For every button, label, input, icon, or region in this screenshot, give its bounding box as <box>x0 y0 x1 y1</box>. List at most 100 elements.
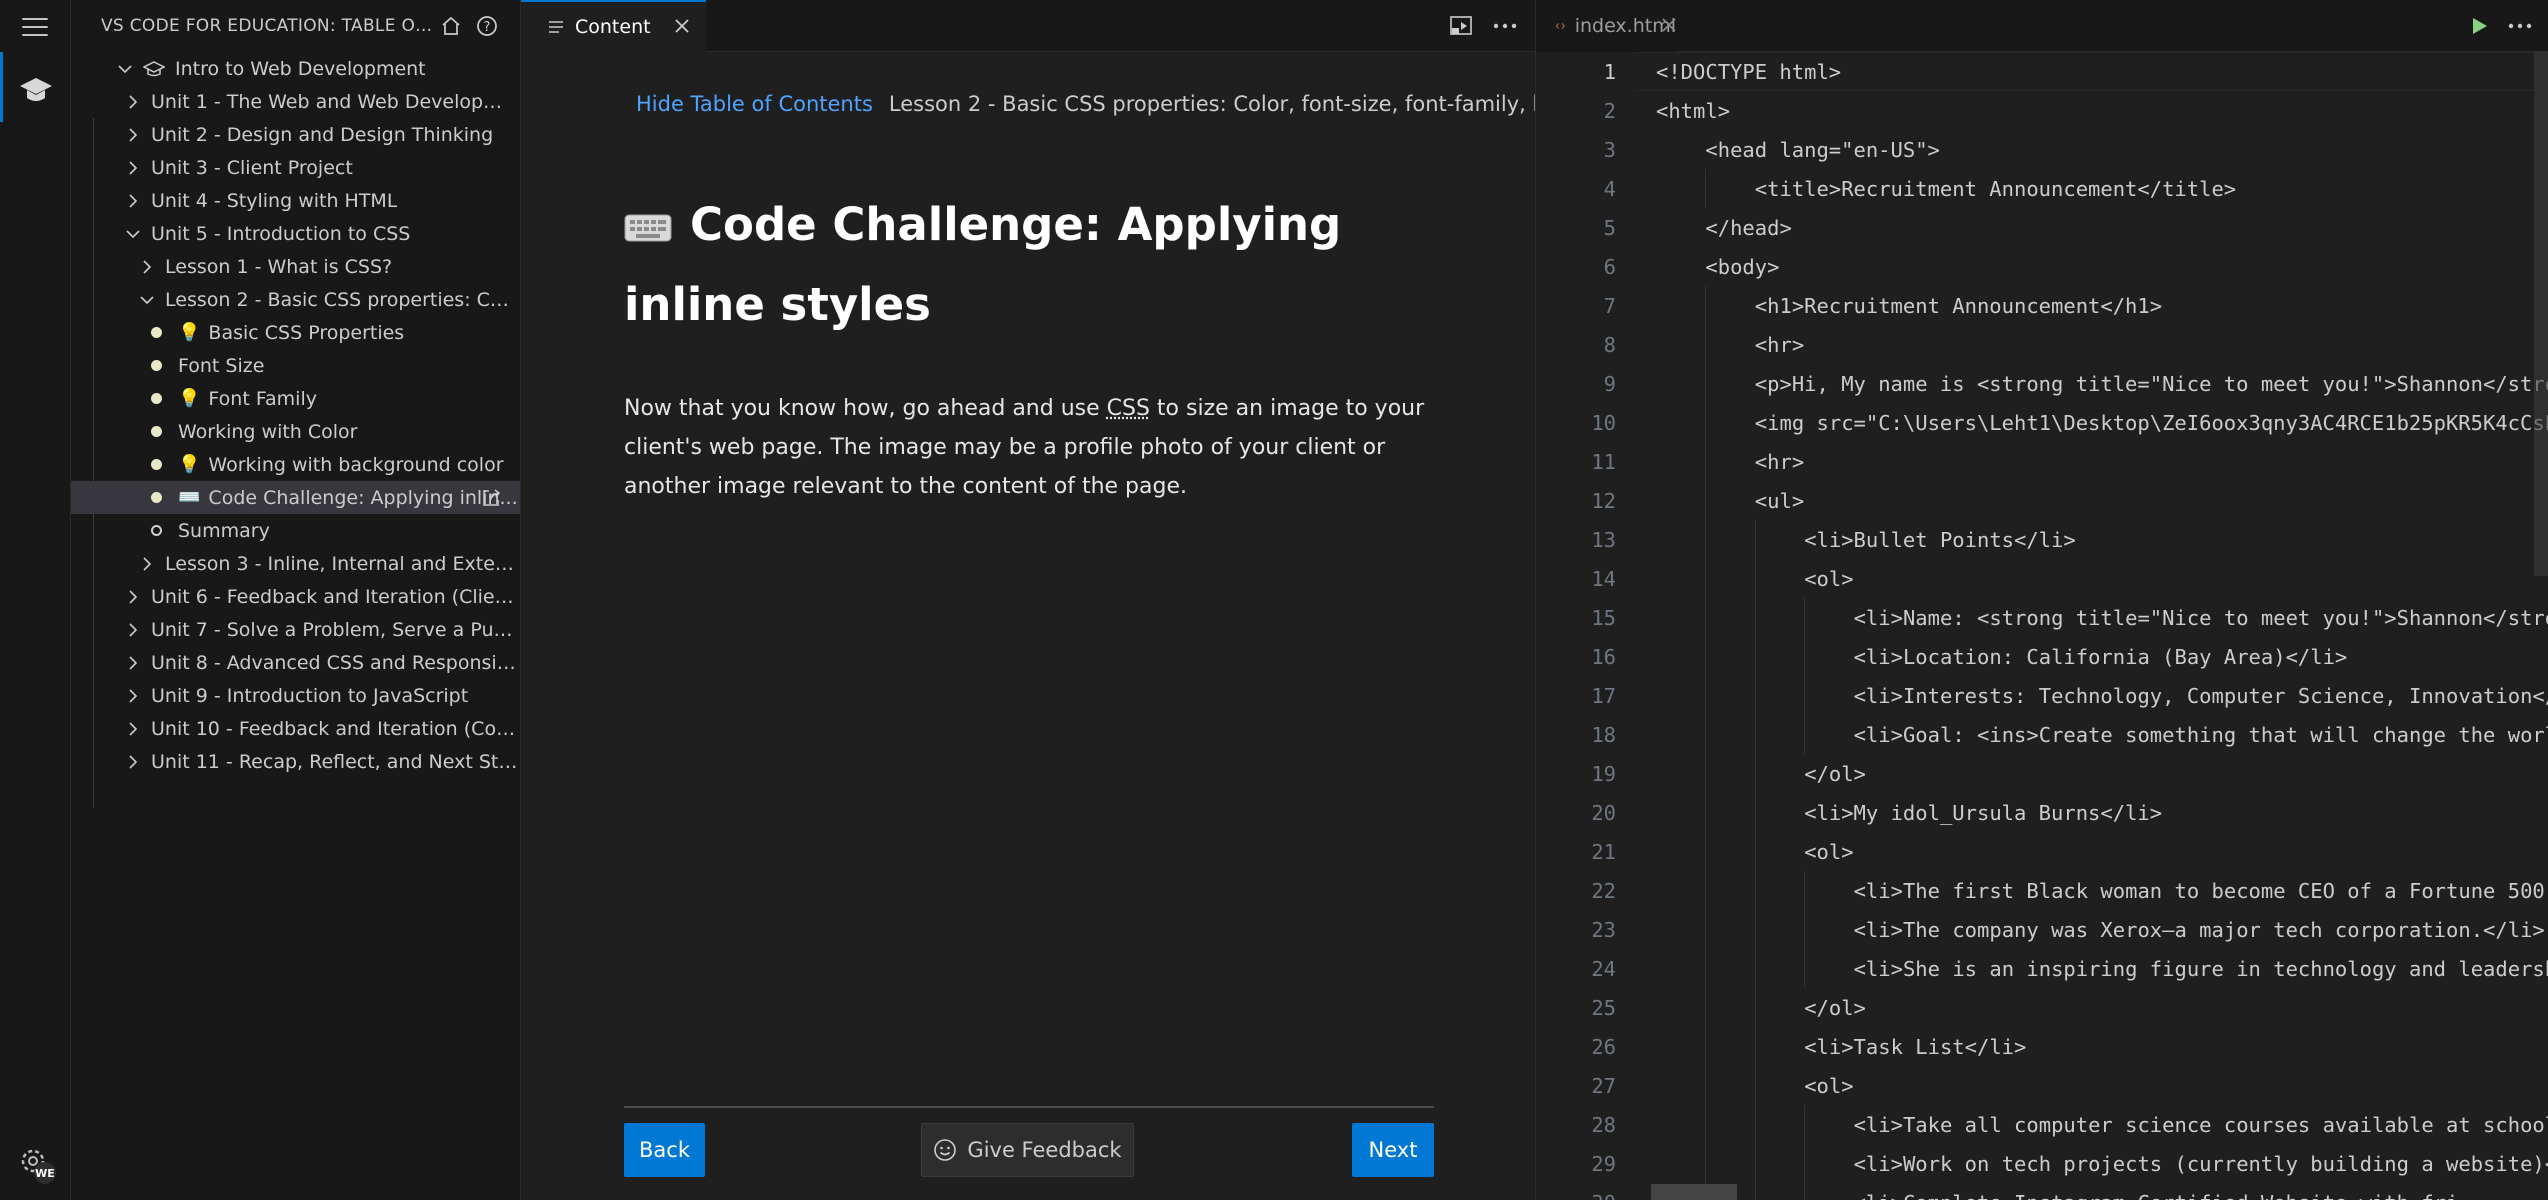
toc-item[interactable]: Working with Color <box>71 415 520 448</box>
line-number: 9 <box>1603 371 1616 396</box>
toc-item[interactable]: Font Size <box>71 349 520 382</box>
vertical-scrollbar[interactable] <box>2534 52 2548 576</box>
chevron-right-icon[interactable] <box>123 719 143 739</box>
toc-item[interactable]: Unit 7 - Solve a Problem, Serve a Purpos… <box>71 613 520 646</box>
line-number: 4 <box>1603 176 1616 201</box>
toc-item-label: Font Size <box>178 354 265 377</box>
line-number: 15 <box>1591 605 1616 630</box>
toc-item[interactable]: Unit 1 - The Web and Web Development <box>71 85 520 118</box>
code-line: 21 <ol> <box>1536 832 2548 871</box>
toc-item[interactable]: 💡 Working with background color <box>71 448 520 481</box>
chevron-right-icon[interactable] <box>123 752 143 772</box>
toc-item-label: Unit 7 - Solve a Problem, Serve a Purpos… <box>151 618 520 641</box>
toc-item[interactable]: Unit 6 - Feedback and Iteration (Client) <box>71 580 520 613</box>
chevron-down-icon[interactable] <box>137 290 157 310</box>
toc-item[interactable]: ⌨️ Code Challenge: Applying inlin... <box>71 481 520 514</box>
toc-item[interactable]: Unit 3 - Client Project <box>71 151 520 184</box>
code-line: 5 </head> <box>1536 208 2548 247</box>
give-feedback-button[interactable]: Give Feedback <box>921 1123 1134 1177</box>
chevron-right-icon[interactable] <box>123 158 143 178</box>
code-line: 7 <h1>Recruitment Announcement</h1> <box>1536 286 2548 325</box>
css-abbreviation[interactable]: CSS <box>1107 396 1150 421</box>
close-icon[interactable] <box>672 16 692 36</box>
run-icon[interactable] <box>2468 15 2490 37</box>
indent-guide <box>1754 1144 1756 1183</box>
indent-guide <box>1754 910 1756 949</box>
chevron-right-icon[interactable] <box>137 554 157 574</box>
chevron-right-icon[interactable] <box>123 653 143 673</box>
more-actions-icon[interactable] <box>2508 23 2532 29</box>
chevron-right-icon[interactable] <box>123 587 143 607</box>
hide-toc-link[interactable]: Hide Table of Contents <box>636 92 873 116</box>
indent-guide <box>1705 871 1707 910</box>
complete-indicator <box>151 426 162 437</box>
toc-item[interactable]: Unit 4 - Styling with HTML <box>71 184 520 217</box>
toc-item[interactable]: Unit 5 - Introduction to CSS <box>71 217 520 250</box>
chevron-down-icon[interactable] <box>115 59 135 79</box>
code-line: 4 <title>Recruitment Announcement</title> <box>1536 169 2548 208</box>
indent-guide <box>1804 1144 1806 1183</box>
horizontal-scrollbar[interactable] <box>1651 1184 1737 1200</box>
indent-guide <box>1705 442 1707 481</box>
chevron-right-icon[interactable] <box>123 686 143 706</box>
chevron-right-icon[interactable] <box>123 92 143 112</box>
education-icon[interactable] <box>18 72 54 108</box>
settings-we-icon[interactable]: WE <box>16 1144 58 1186</box>
toc-item[interactable]: Unit 9 - Introduction to JavaScript <box>71 679 520 712</box>
indent-guide <box>1705 949 1707 988</box>
line-number: 23 <box>1591 917 1616 942</box>
code-line: 20 <li>My idol_Ursula Burns</li> <box>1536 793 2548 832</box>
chevron-down-icon[interactable] <box>123 224 143 244</box>
editor-tabbar: index.html <box>1536 0 2548 52</box>
tab-index-html[interactable]: index.html <box>1536 0 1676 52</box>
nav-divider <box>624 1106 1434 1108</box>
help-icon[interactable]: ? <box>475 14 499 38</box>
indent-guide <box>1754 520 1756 559</box>
chevron-right-icon[interactable] <box>123 191 143 211</box>
indent-guide <box>1705 325 1707 364</box>
indent-guide <box>1754 715 1756 754</box>
toc-item[interactable]: Unit 10 - Feedback and Iteration (Comm..… <box>71 712 520 745</box>
toc-item[interactable]: Intro to Web Development <box>71 52 520 85</box>
code-text: <hr> <box>1754 449 1805 474</box>
indent-guide <box>1804 598 1806 637</box>
back-button[interactable]: Back <box>624 1123 705 1177</box>
more-actions-icon[interactable] <box>1493 23 1517 29</box>
chevron-right-icon[interactable] <box>123 620 143 640</box>
next-button[interactable]: Next <box>1352 1123 1434 1177</box>
toc-item-label: Unit 4 - Styling with HTML <box>151 189 398 212</box>
menu-icon[interactable] <box>22 18 48 38</box>
home-icon[interactable] <box>439 14 463 38</box>
keyboard-icon: ⌨️ <box>178 487 201 508</box>
toc-item-label: Code Challenge: Applying inlin... <box>208 486 518 509</box>
toc-item-label: Working with background color <box>208 453 504 476</box>
code-text: <html> <box>1656 98 1731 123</box>
code-line: 17 <li>Interests: Technology, Computer Sc… <box>1536 676 2548 715</box>
code-line: 10 <img src="C:\Users\Leht1\Desktop\ZeI6o… <box>1536 403 2548 442</box>
toc-item[interactable]: Unit 11 - Recap, Reflect, and Next Steps <box>71 745 520 778</box>
code-line: 11 <hr> <box>1536 442 2548 481</box>
toc-item[interactable]: Unit 8 - Advanced CSS and Responsive ... <box>71 646 520 679</box>
code-area[interactable]: 1 <!DOCTYPE html> 2 <html> 3 <head lang="en-U… <box>1536 52 2548 1200</box>
toc-item[interactable]: Lesson 3 - Inline, Internal and External… <box>71 547 520 580</box>
open-preview-icon[interactable] <box>1449 14 1475 38</box>
toc-item[interactable]: 💡 Font Family <box>71 382 520 415</box>
indent-guide <box>1705 832 1707 871</box>
toc-item[interactable]: Unit 2 - Design and Design Thinking <box>71 118 520 151</box>
indent-guide <box>1754 1183 1756 1200</box>
chevron-right-icon[interactable] <box>123 125 143 145</box>
chevron-right-icon[interactable] <box>137 257 157 277</box>
tab-content[interactable]: Content <box>521 0 706 52</box>
code-text: <li>Bullet Points</li> <box>1804 527 2076 552</box>
toc-item[interactable]: 💡 Basic CSS Properties <box>71 316 520 349</box>
toc-item-label: Lesson 2 - Basic CSS properties: Color, … <box>165 288 520 311</box>
code-line: 23 <li>The company was Xerox—a major tech… <box>1536 910 2548 949</box>
close-icon[interactable] <box>1660 16 1678 34</box>
toc-item[interactable]: Lesson 2 - Basic CSS properties: Color, … <box>71 283 520 316</box>
toc-item[interactable]: Lesson 1 - What is CSS? <box>71 250 520 283</box>
toc-item-label: Unit 6 - Feedback and Iteration (Client) <box>151 585 520 608</box>
toc-item-label: Basic CSS Properties <box>208 321 405 344</box>
open-external-icon[interactable] <box>480 487 502 509</box>
toc-item[interactable]: Summary <box>71 514 520 547</box>
indent-guide <box>1705 559 1707 598</box>
